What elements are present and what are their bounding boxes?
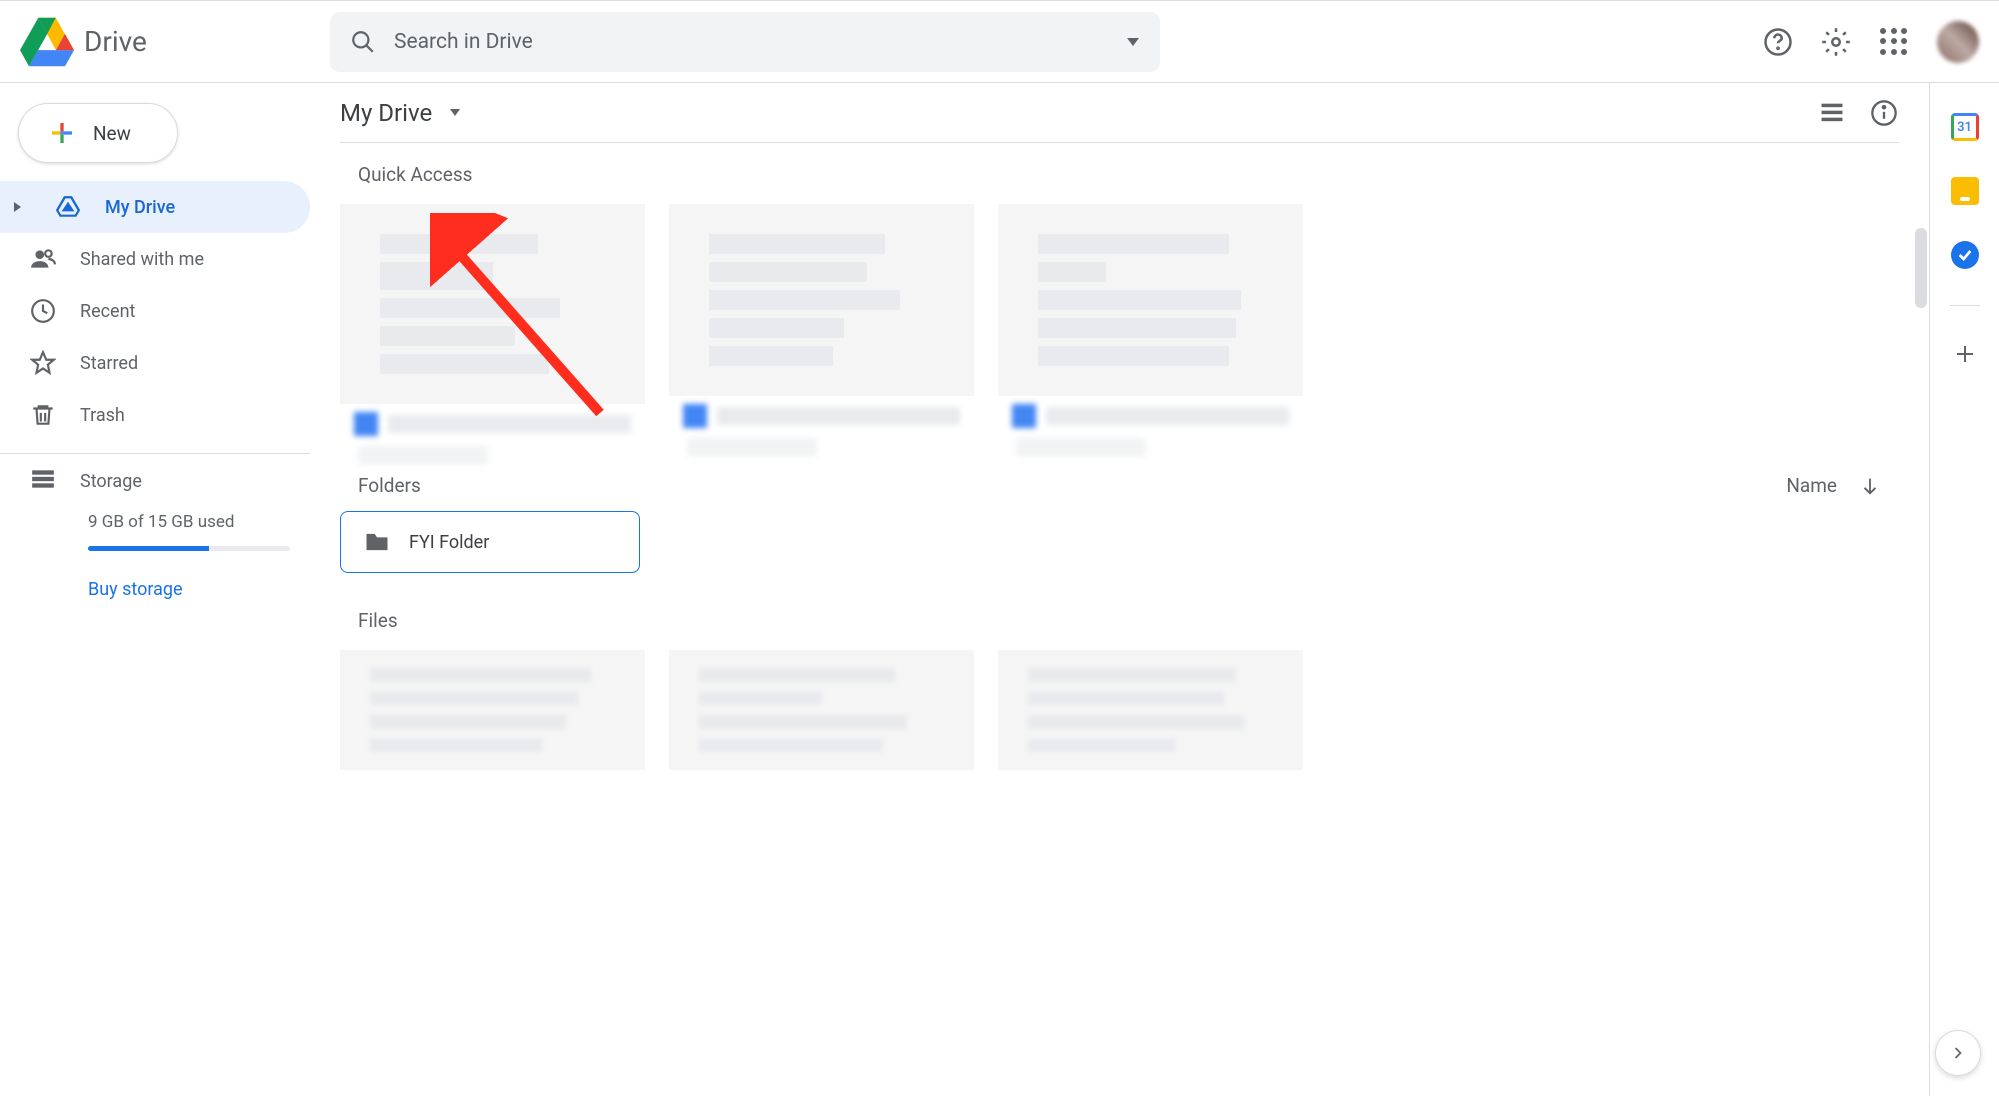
google-apps-button[interactable] xyxy=(1879,27,1909,57)
sort-button[interactable]: Name xyxy=(1786,474,1881,497)
list-view-icon xyxy=(1818,99,1846,127)
quick-access-card[interactable] xyxy=(998,204,1303,450)
sidebar-item-label: Trash xyxy=(80,405,125,426)
search-icon xyxy=(350,29,376,55)
clock-icon xyxy=(30,298,56,324)
hide-side-panel-button[interactable] xyxy=(1935,1030,1981,1076)
search-box[interactable] xyxy=(330,12,1160,72)
quick-access-card[interactable] xyxy=(340,204,645,450)
storage-bar-fill xyxy=(88,546,209,551)
drive-logo-icon xyxy=(20,15,74,69)
sidebar-item-starred[interactable]: Starred xyxy=(0,337,310,389)
file-preview xyxy=(998,204,1303,396)
sidebar-item-my-drive[interactable]: My Drive xyxy=(0,181,310,233)
settings-button[interactable] xyxy=(1821,27,1851,57)
trash-icon xyxy=(30,402,56,428)
file-card[interactable] xyxy=(340,650,645,770)
buy-storage-link[interactable]: Buy storage xyxy=(88,579,290,600)
folders-label: Folders xyxy=(358,474,421,497)
help-icon xyxy=(1763,27,1793,57)
calendar-app-button[interactable]: 31 xyxy=(1951,113,1979,141)
file-card[interactable] xyxy=(669,650,974,770)
storage-usage-text: 9 GB of 15 GB used xyxy=(88,512,290,532)
details-button[interactable] xyxy=(1869,98,1899,128)
scrollbar[interactable] xyxy=(1915,228,1927,308)
star-icon xyxy=(30,350,56,376)
apps-grid-icon xyxy=(1880,28,1908,56)
sidebar-item-trash[interactable]: Trash xyxy=(0,389,310,441)
main-content: My Drive Quick Access xyxy=(310,83,1929,1096)
expand-arrow-icon[interactable] xyxy=(14,202,21,212)
sidebar: New My Drive Shared with me xyxy=(0,83,310,1096)
quick-access-card[interactable] xyxy=(669,204,974,450)
new-button[interactable]: New xyxy=(18,103,178,163)
gear-icon xyxy=(1821,27,1851,57)
sidebar-item-label: Recent xyxy=(80,301,135,322)
search-input[interactable] xyxy=(394,30,1108,54)
list-view-button[interactable] xyxy=(1817,98,1847,128)
breadcrumb-label: My Drive xyxy=(340,99,432,127)
chevron-down-icon xyxy=(450,109,460,116)
account-avatar[interactable] xyxy=(1937,21,1979,63)
storage-bar xyxy=(88,546,290,551)
files-label: Files xyxy=(358,609,1899,632)
info-icon xyxy=(1870,99,1898,127)
file-preview xyxy=(669,204,974,396)
side-panel: 31 xyxy=(1929,83,1999,1096)
help-button[interactable] xyxy=(1763,27,1793,57)
breadcrumb[interactable]: My Drive xyxy=(340,99,460,127)
drive-icon xyxy=(55,194,81,220)
folder-name: FYI Folder xyxy=(409,532,489,553)
search-options-icon[interactable] xyxy=(1126,37,1140,47)
file-preview xyxy=(340,204,645,404)
app-header: Drive xyxy=(0,1,1999,83)
folder-item[interactable]: FYI Folder xyxy=(340,511,640,573)
add-addon-button[interactable] xyxy=(1953,342,1977,373)
sidebar-item-label: Starred xyxy=(80,353,138,374)
sidebar-item-label: My Drive xyxy=(105,197,175,218)
sidebar-item-recent[interactable]: Recent xyxy=(0,285,310,337)
arrow-down-icon xyxy=(1859,475,1881,497)
logo-area[interactable]: Drive xyxy=(20,15,330,69)
quick-access-label: Quick Access xyxy=(358,163,1899,186)
sort-label: Name xyxy=(1786,474,1837,497)
sidebar-item-storage[interactable]: Storage xyxy=(30,466,290,496)
storage-icon xyxy=(30,466,56,492)
sidebar-item-shared[interactable]: Shared with me xyxy=(0,233,310,285)
keep-app-button[interactable] xyxy=(1951,177,1979,205)
people-icon xyxy=(30,246,56,272)
storage-label: Storage xyxy=(80,471,142,492)
plus-icon xyxy=(1953,342,1977,366)
folder-icon xyxy=(363,528,391,556)
new-button-label: New xyxy=(93,122,131,145)
app-title: Drive xyxy=(84,25,147,58)
file-card[interactable] xyxy=(998,650,1303,770)
check-icon xyxy=(1957,247,1973,263)
tasks-app-button[interactable] xyxy=(1951,241,1979,269)
plus-icon xyxy=(47,118,77,148)
chevron-right-icon xyxy=(1948,1043,1968,1063)
sidebar-item-label: Shared with me xyxy=(80,249,204,270)
